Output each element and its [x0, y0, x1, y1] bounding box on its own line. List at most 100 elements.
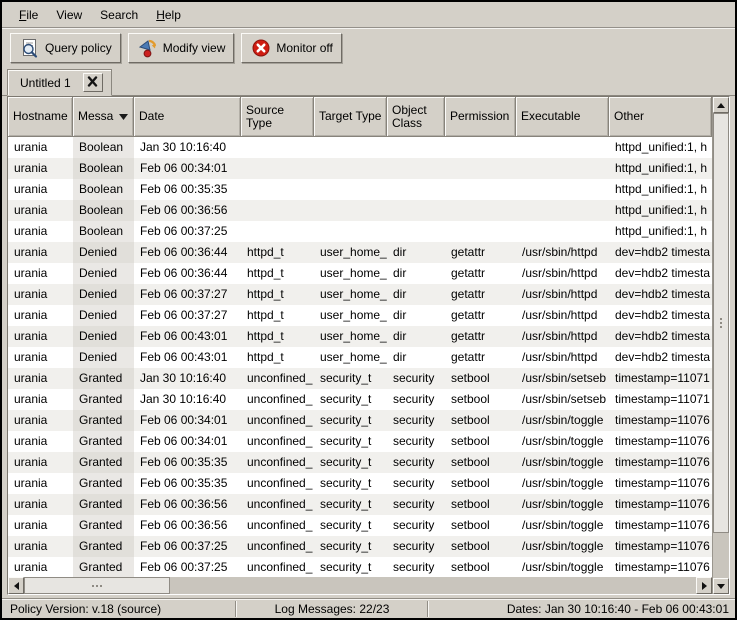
query-policy-button[interactable]: Query policy [10, 33, 121, 63]
column-header-executable[interactable]: Executable [516, 97, 609, 137]
menu-view[interactable]: View [47, 4, 91, 26]
cell-date: Feb 06 00:37:25 [134, 536, 241, 557]
table-row[interactable]: uraniaDeniedFeb 06 00:43:01httpd_tuser_h… [8, 326, 712, 347]
cell-object_class: security [387, 473, 445, 494]
column-header-other[interactable]: Other [609, 97, 712, 137]
cell-source_type: httpd_t [241, 326, 314, 347]
menu-search[interactable]: Search [91, 4, 147, 26]
cell-source_type: unconfined_ [241, 494, 314, 515]
cell-source_type: unconfined_ [241, 515, 314, 536]
cell-other: timestamp=11076 [609, 536, 712, 557]
cell-source_type [241, 200, 314, 221]
table-row[interactable]: uraniaBooleanFeb 06 00:35:35httpd_unifie… [8, 179, 712, 200]
horizontal-scroll-trough[interactable] [170, 577, 696, 594]
column-header-hostname[interactable]: Hostname [8, 97, 73, 137]
scroll-right-button[interactable] [696, 577, 712, 594]
cell-hostname: urania [8, 389, 73, 410]
cell-other: dev=hdb2 timesta [609, 326, 712, 347]
column-header-label: Target Type [319, 110, 381, 123]
vertical-scroll-thumb[interactable] [713, 113, 729, 533]
table-row[interactable]: uraniaDeniedFeb 06 00:43:01httpd_tuser_h… [8, 347, 712, 368]
cell-executable: /usr/sbin/toggle [516, 431, 609, 452]
cell-message: Granted [73, 368, 134, 389]
table-row[interactable]: uraniaBooleanJan 30 10:16:40httpd_unifie… [8, 137, 712, 158]
horizontal-scroll-thumb[interactable] [24, 577, 170, 594]
column-header-object_class[interactable]: Object Class [387, 97, 445, 137]
table-row[interactable]: uraniaGrantedFeb 06 00:34:01unconfined_s… [8, 431, 712, 452]
cell-source_type: unconfined_ [241, 452, 314, 473]
menu-label: ile [26, 8, 38, 22]
table-row[interactable]: uraniaGrantedFeb 06 00:37:25unconfined_s… [8, 536, 712, 557]
cell-other: timestamp=11071 [609, 368, 712, 389]
column-header-label: Date [139, 110, 164, 123]
scroll-left-button[interactable] [8, 577, 24, 594]
scroll-up-button[interactable] [713, 97, 729, 113]
column-header-target_type[interactable]: Target Type [314, 97, 387, 137]
table-row[interactable]: uraniaDeniedFeb 06 00:37:27httpd_tuser_h… [8, 305, 712, 326]
cell-date: Feb 06 00:34:01 [134, 431, 241, 452]
table-row[interactable]: uraniaGrantedFeb 06 00:36:56unconfined_s… [8, 515, 712, 536]
toolbar-button-label: Modify view [163, 41, 226, 55]
column-header-source_type[interactable]: Source Type [241, 97, 314, 137]
cell-hostname: urania [8, 242, 73, 263]
tab-untitled-1[interactable]: Untitled 1 [7, 69, 112, 96]
table-body: uraniaBooleanJan 30 10:16:40httpd_unifie… [8, 137, 712, 577]
cell-date: Feb 06 00:36:44 [134, 263, 241, 284]
tab-close-button[interactable] [83, 73, 103, 92]
vertical-scroll-trough[interactable] [713, 533, 729, 578]
cell-permission [445, 221, 516, 242]
cell-date: Jan 30 10:16:40 [134, 389, 241, 410]
table-row[interactable]: uraniaGrantedJan 30 10:16:40unconfined_s… [8, 368, 712, 389]
cell-other: httpd_unified:1, h [609, 179, 712, 200]
column-header-permission[interactable]: Permission [445, 97, 516, 137]
cell-other: timestamp=11076 [609, 473, 712, 494]
cell-object_class: dir [387, 305, 445, 326]
table-row[interactable]: uraniaDeniedFeb 06 00:36:44httpd_tuser_h… [8, 242, 712, 263]
table-row[interactable]: uraniaGrantedFeb 06 00:36:56unconfined_s… [8, 494, 712, 515]
table-row[interactable]: uraniaGrantedJan 30 10:16:40unconfined_s… [8, 389, 712, 410]
cell-object_class: security [387, 389, 445, 410]
table-row[interactable]: uraniaGrantedFeb 06 00:35:35unconfined_s… [8, 452, 712, 473]
table-row[interactable]: uraniaGrantedFeb 06 00:37:25unconfined_s… [8, 557, 712, 577]
cell-object_class: security [387, 368, 445, 389]
monitor-off-button[interactable]: Monitor off [241, 33, 341, 63]
cell-date: Feb 06 00:37:27 [134, 284, 241, 305]
modify-view-button[interactable]: Modify view [128, 33, 235, 63]
cell-object_class [387, 158, 445, 179]
cell-message: Denied [73, 242, 134, 263]
cell-permission [445, 158, 516, 179]
app-window: FileViewSearchHelp Query policy Modify vi… [0, 0, 737, 620]
log-view-panel: HostnameMessa Date Source Type Target Type O… [2, 96, 735, 598]
cell-hostname: urania [8, 368, 73, 389]
horizontal-scrollbar[interactable] [8, 577, 712, 594]
cell-executable: /usr/sbin/toggle [516, 452, 609, 473]
table-row[interactable]: uraniaBooleanFeb 06 00:37:25httpd_unifie… [8, 221, 712, 242]
table-row[interactable]: uraniaDeniedFeb 06 00:37:27httpd_tuser_h… [8, 284, 712, 305]
modify-view-icon [137, 37, 159, 59]
menu-help[interactable]: Help [147, 4, 190, 26]
scroll-down-button[interactable] [713, 578, 729, 594]
cell-source_type: httpd_t [241, 284, 314, 305]
cell-object_class: security [387, 494, 445, 515]
table-row[interactable]: uraniaGrantedFeb 06 00:35:35unconfined_s… [8, 473, 712, 494]
vertical-scrollbar[interactable] [712, 97, 729, 594]
cell-target_type: security_t [314, 389, 387, 410]
cell-target_type: user_home_ [314, 305, 387, 326]
cell-object_class: dir [387, 284, 445, 305]
table-row[interactable]: uraniaGrantedFeb 06 00:34:01unconfined_s… [8, 410, 712, 431]
cell-hostname: urania [8, 515, 73, 536]
cell-message: Denied [73, 326, 134, 347]
cell-other: timestamp=11076 [609, 557, 712, 577]
cell-other: timestamp=11076 [609, 410, 712, 431]
toolbar-button-label: Query policy [45, 41, 112, 55]
cell-executable: /usr/sbin/httpd [516, 263, 609, 284]
cell-object_class [387, 179, 445, 200]
column-header-date[interactable]: Date [134, 97, 241, 137]
menu-file[interactable]: File [10, 4, 47, 26]
cell-date: Feb 06 00:43:01 [134, 326, 241, 347]
table-row[interactable]: uraniaBooleanFeb 06 00:34:01httpd_unifie… [8, 158, 712, 179]
table-row[interactable]: uraniaDeniedFeb 06 00:36:44httpd_tuser_h… [8, 263, 712, 284]
table-row[interactable]: uraniaBooleanFeb 06 00:36:56httpd_unifie… [8, 200, 712, 221]
column-header-message[interactable]: Messa [73, 97, 134, 137]
cell-date: Feb 06 00:36:44 [134, 242, 241, 263]
